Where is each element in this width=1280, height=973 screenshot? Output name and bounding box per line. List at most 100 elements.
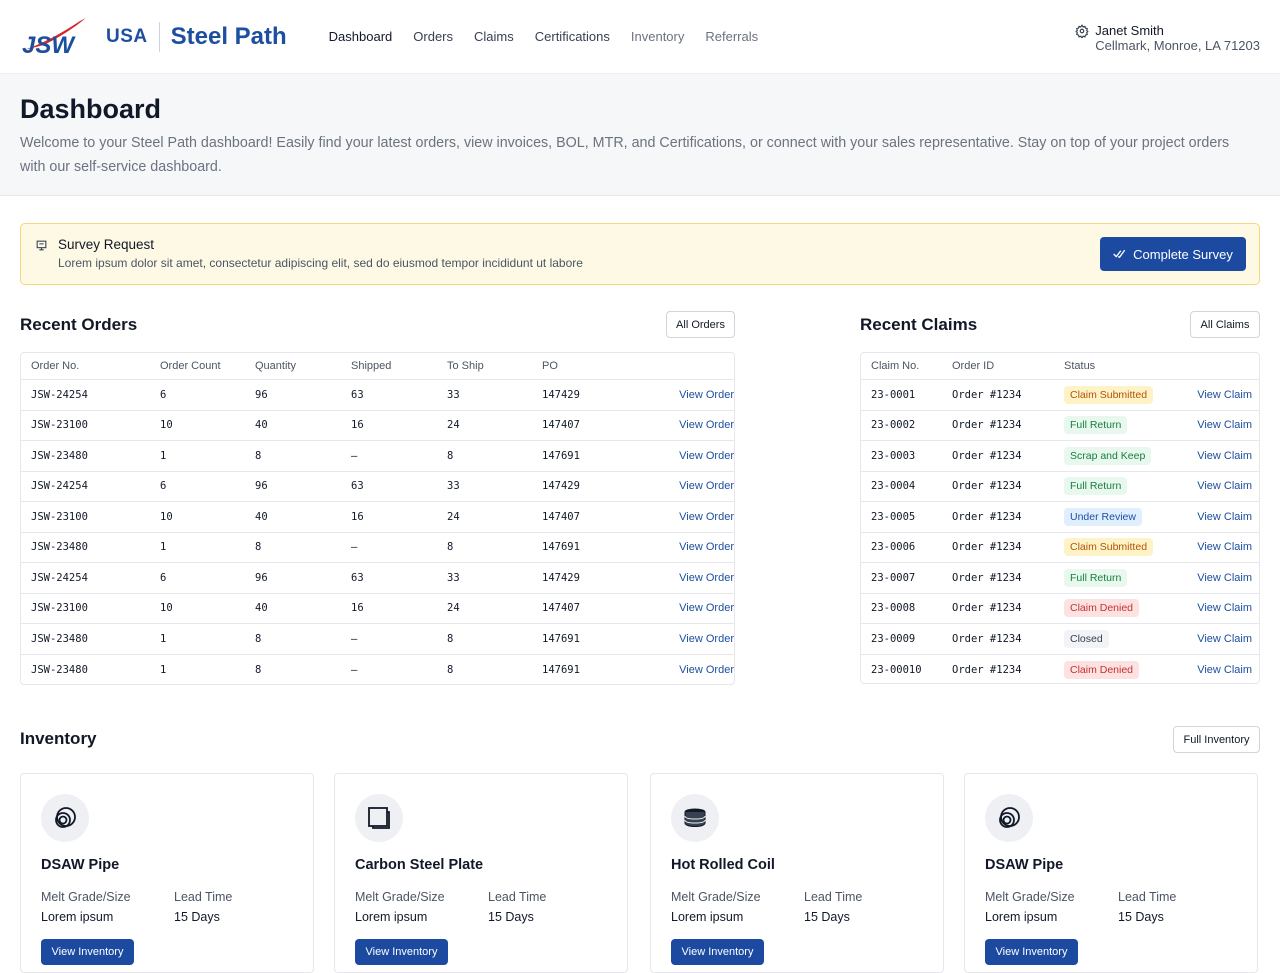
complete-survey-button[interactable]: Complete Survey xyxy=(1100,237,1246,271)
view-order-link[interactable]: View Order xyxy=(642,664,734,676)
shipped-cell: – xyxy=(351,663,358,676)
shipped-cell: – xyxy=(351,541,358,554)
view-order-link[interactable]: View Order xyxy=(642,389,734,401)
orders-table-body: JSW-24254 6 96 63 33 147429 View Order JSW-2310… xyxy=(21,380,734,684)
view-claim-link[interactable]: View Claim xyxy=(1197,633,1252,645)
quantity-cell: 40 xyxy=(255,510,268,523)
view-claim-link[interactable]: View Claim xyxy=(1197,419,1252,431)
quantity-cell: 8 xyxy=(255,663,262,676)
user-menu[interactable]: Janet Smith Cellmark, Monroe, LA 71203 xyxy=(1075,23,1260,53)
view-claim-link[interactable]: View Claim xyxy=(1197,664,1252,676)
nav-orders[interactable]: Orders xyxy=(413,29,453,44)
inventory-card: Carbon Steel Plate Melt Grade/Size Lead Ti… xyxy=(334,773,628,973)
view-claim-link[interactable]: View Claim xyxy=(1197,572,1252,584)
order-no-cell: JSW-23100 xyxy=(31,602,88,615)
all-orders-button[interactable]: All Orders xyxy=(666,311,735,338)
view-inventory-button[interactable]: View Inventory xyxy=(671,939,764,965)
status-badge: Full Return xyxy=(1064,477,1128,496)
col-order-id: Order ID xyxy=(952,360,995,372)
status-badge: Full Return xyxy=(1064,416,1128,435)
col-order-count: Order Count xyxy=(160,360,221,372)
inventory-title: Inventory xyxy=(20,729,97,748)
view-order-link[interactable]: View Order xyxy=(642,633,734,645)
view-claim-link[interactable]: View Claim xyxy=(1197,541,1252,553)
table-row: 23-0002 Order #1234 Full Return View Claim xyxy=(861,411,1259,441)
nav-claims[interactable]: Claims xyxy=(474,29,514,44)
brand-region: USA xyxy=(106,25,148,47)
brand-product: Steel Path xyxy=(170,22,287,50)
order-id-cell: Order #1234 xyxy=(952,663,1022,676)
order-id-cell: Order #1234 xyxy=(952,510,1022,523)
inventory-item-name: Hot Rolled Coil xyxy=(671,857,775,873)
order-count-cell: 1 xyxy=(160,663,167,676)
view-order-link[interactable]: View Order xyxy=(642,541,734,553)
view-claim-link[interactable]: View Claim xyxy=(1197,480,1252,492)
to-ship-cell: 8 xyxy=(447,541,454,554)
coil-icon xyxy=(671,794,719,842)
nav-inventory[interactable]: Inventory xyxy=(631,29,684,44)
po-cell: 147691 xyxy=(542,541,580,554)
view-order-link[interactable]: View Order xyxy=(642,572,734,584)
nav-referrals[interactable]: Referrals xyxy=(705,29,758,44)
po-cell: 147691 xyxy=(542,632,580,645)
order-id-cell: Order #1234 xyxy=(952,388,1022,401)
claim-no-cell: 23-0007 xyxy=(871,571,916,584)
survey-title: Survey Request xyxy=(58,237,155,252)
status-cell: Full Return xyxy=(1064,416,1197,435)
view-order-link[interactable]: View Order xyxy=(642,450,734,462)
status-cell: Closed xyxy=(1064,629,1197,648)
to-ship-cell: 8 xyxy=(447,632,454,645)
shipped-cell: 16 xyxy=(351,602,364,615)
view-order-link[interactable]: View Order xyxy=(642,419,734,431)
po-cell: 147429 xyxy=(542,571,580,584)
table-row: 23-0005 Order #1234 Under Review View Claim xyxy=(861,502,1259,533)
table-row: 23-0009 Order #1234 Closed View Claim xyxy=(861,624,1259,655)
inventory-item-name: DSAW Pipe xyxy=(985,857,1064,873)
melt-grade-label: Melt Grade/Size xyxy=(671,890,761,904)
claim-no-cell: 23-0001 xyxy=(871,388,916,401)
view-order-link[interactable]: View Order xyxy=(642,480,734,492)
order-count-cell: 10 xyxy=(160,419,173,432)
order-count-cell: 6 xyxy=(160,388,167,401)
po-cell: 147407 xyxy=(542,602,580,615)
po-cell: 147407 xyxy=(542,510,580,523)
status-badge: Closed xyxy=(1064,629,1109,648)
page-description: Welcome to your Steel Path dashboard! Ea… xyxy=(20,135,1230,175)
quantity-cell: 8 xyxy=(255,541,262,554)
view-claim-link[interactable]: View Claim xyxy=(1197,511,1252,523)
view-order-link[interactable]: View Order xyxy=(642,511,734,523)
to-ship-cell: 24 xyxy=(447,419,460,432)
table-row: 23-00010 Order #1234 Claim Denied View Clai… xyxy=(861,655,1259,684)
claim-no-cell: 23-0004 xyxy=(871,480,916,493)
gear-icon[interactable] xyxy=(1075,24,1089,43)
orders-table-header: Order No. Order Count Quantity Shipped T… xyxy=(21,353,734,380)
check-icon xyxy=(1113,249,1126,259)
status-cell: Claim Denied xyxy=(1064,599,1197,618)
order-count-cell: 6 xyxy=(160,571,167,584)
view-claim-link[interactable]: View Claim xyxy=(1197,450,1252,462)
table-row: 23-0004 Order #1234 Full Return View Claim xyxy=(861,472,1259,502)
status-cell: Scrap and Keep xyxy=(1064,446,1197,465)
nav-certifications[interactable]: Certifications xyxy=(535,29,610,44)
view-order-link[interactable]: View Order xyxy=(642,602,734,614)
order-no-cell: JSW-23480 xyxy=(31,632,88,645)
all-claims-button[interactable]: All Claims xyxy=(1190,311,1260,338)
to-ship-cell: 33 xyxy=(447,480,460,493)
order-count-cell: 1 xyxy=(160,541,167,554)
view-claim-link[interactable]: View Claim xyxy=(1197,602,1252,614)
order-no-cell: JSW-23100 xyxy=(31,510,88,523)
shipped-cell: 63 xyxy=(351,571,364,584)
brand-logo[interactable]: JSW USA Steel Path xyxy=(20,17,287,57)
view-inventory-button[interactable]: View Inventory xyxy=(985,939,1078,965)
survey-description: Lorem ipsum dolor sit amet, consectetur … xyxy=(58,256,583,270)
user-address: Cellmark, Monroe, LA 71203 xyxy=(1095,38,1260,53)
main-nav: Dashboard Orders Claims Certifications I… xyxy=(329,29,779,44)
view-claim-link[interactable]: View Claim xyxy=(1197,389,1252,401)
full-inventory-button[interactable]: Full Inventory xyxy=(1173,726,1260,753)
col-status: Status xyxy=(1064,360,1096,372)
order-id-cell: Order #1234 xyxy=(952,449,1022,462)
view-inventory-button[interactable]: View Inventory xyxy=(355,939,448,965)
nav-dashboard[interactable]: Dashboard xyxy=(329,29,393,44)
order-no-cell: JSW-23480 xyxy=(31,541,88,554)
view-inventory-button[interactable]: View Inventory xyxy=(41,939,134,965)
